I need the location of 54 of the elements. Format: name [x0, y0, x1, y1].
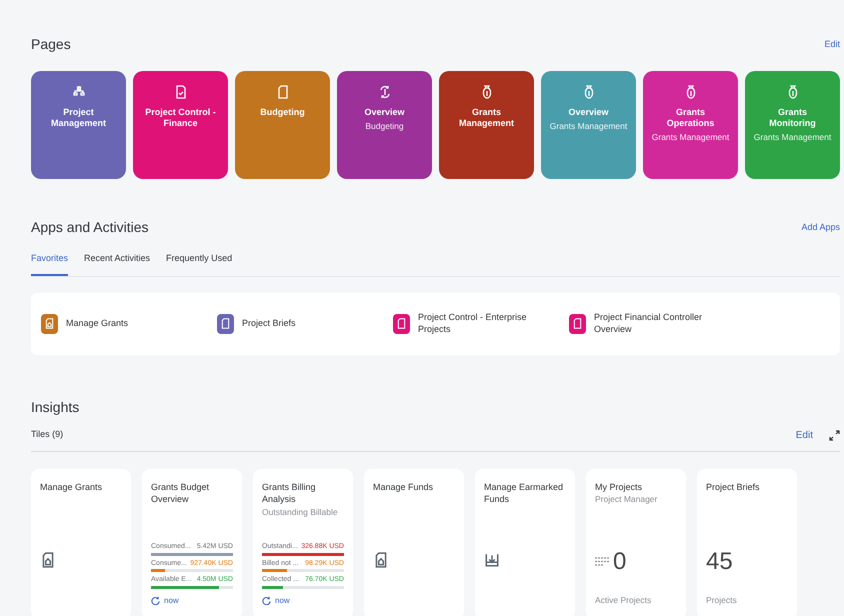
list-icon	[595, 557, 609, 566]
tile-footer: Projects	[706, 594, 788, 606]
document-icon	[373, 552, 389, 568]
app-link[interactable]: Project Briefs	[242, 318, 362, 330]
page-tile[interactable]: Project Management	[31, 71, 126, 179]
page-tile[interactable]: Grants Management	[439, 71, 534, 179]
app-link[interactable]: Project Control - Enterprise Projects	[418, 312, 538, 336]
document-icon	[276, 85, 290, 99]
kpi-number: 45	[706, 546, 733, 577]
app-icon[interactable]	[217, 314, 234, 334]
tile-subtitle: Outstanding Billable	[262, 506, 339, 518]
document-check-icon	[174, 85, 188, 99]
page-tile[interactable]: Overview Budgeting	[337, 71, 432, 179]
tile-footer: Active Projects	[595, 594, 677, 606]
tile-subtitle: Project Manager	[595, 493, 658, 506]
add-apps-link[interactable]: Add Apps	[801, 220, 840, 234]
app-icon[interactable]	[569, 314, 586, 334]
tile-card[interactable]: Manage Earmarked Funds	[475, 468, 575, 616]
tile-title: Grants Billing Analysis	[262, 480, 317, 506]
page-tile[interactable]: Budgeting	[235, 71, 330, 179]
tile-title: My Projects	[595, 480, 644, 494]
tile-card[interactable]: My Projects Project Manager 0 Active Projects	[586, 468, 686, 616]
expand-icon[interactable]	[829, 430, 840, 440]
tab[interactable]: Frequently Used	[166, 252, 232, 276]
tile-card[interactable]: Manage Grants	[31, 468, 131, 616]
app-icon[interactable]	[41, 314, 58, 334]
refresh-icon	[262, 596, 271, 605]
tile-count: Tiles (9)	[31, 428, 64, 442]
kpi-number: 0	[613, 546, 626, 577]
tile-card[interactable]: Project Briefs 45 Projects	[697, 468, 797, 616]
page-tile[interactable]: Grants Operations Grants Management	[643, 71, 738, 179]
section-title: Apps and Activities	[31, 218, 149, 237]
section-title: Pages	[31, 35, 71, 54]
document-icon	[40, 552, 56, 568]
tab[interactable]: Favorites	[31, 252, 68, 276]
app-link[interactable]: Project Financial Controller Overview	[594, 312, 714, 336]
app-link[interactable]: Manage Grants	[66, 318, 186, 330]
tab[interactable]: Recent Activities	[84, 252, 150, 276]
tile-title: Manage Funds	[373, 480, 434, 494]
tile-title: Manage Grants	[40, 480, 104, 494]
refresh-time: now	[275, 594, 290, 606]
tile-title: Project Briefs	[706, 480, 761, 494]
refresh-time: now	[164, 594, 179, 606]
tile-card[interactable]: Manage Funds	[364, 468, 464, 616]
tile-title: Grants Budget Overview	[151, 480, 210, 506]
download-tray-icon	[484, 552, 500, 568]
refresh-icon	[151, 596, 160, 605]
page-tile[interactable]: Project Control - Finance	[133, 71, 228, 179]
edit-link[interactable]: Edit	[796, 428, 813, 442]
tile-title: Manage Earmarked Funds	[484, 480, 564, 506]
section-title: Insights	[31, 398, 80, 417]
edit-link[interactable]: Edit	[824, 38, 840, 52]
refresh-icon	[378, 85, 392, 99]
app-icon[interactable]	[393, 314, 410, 334]
